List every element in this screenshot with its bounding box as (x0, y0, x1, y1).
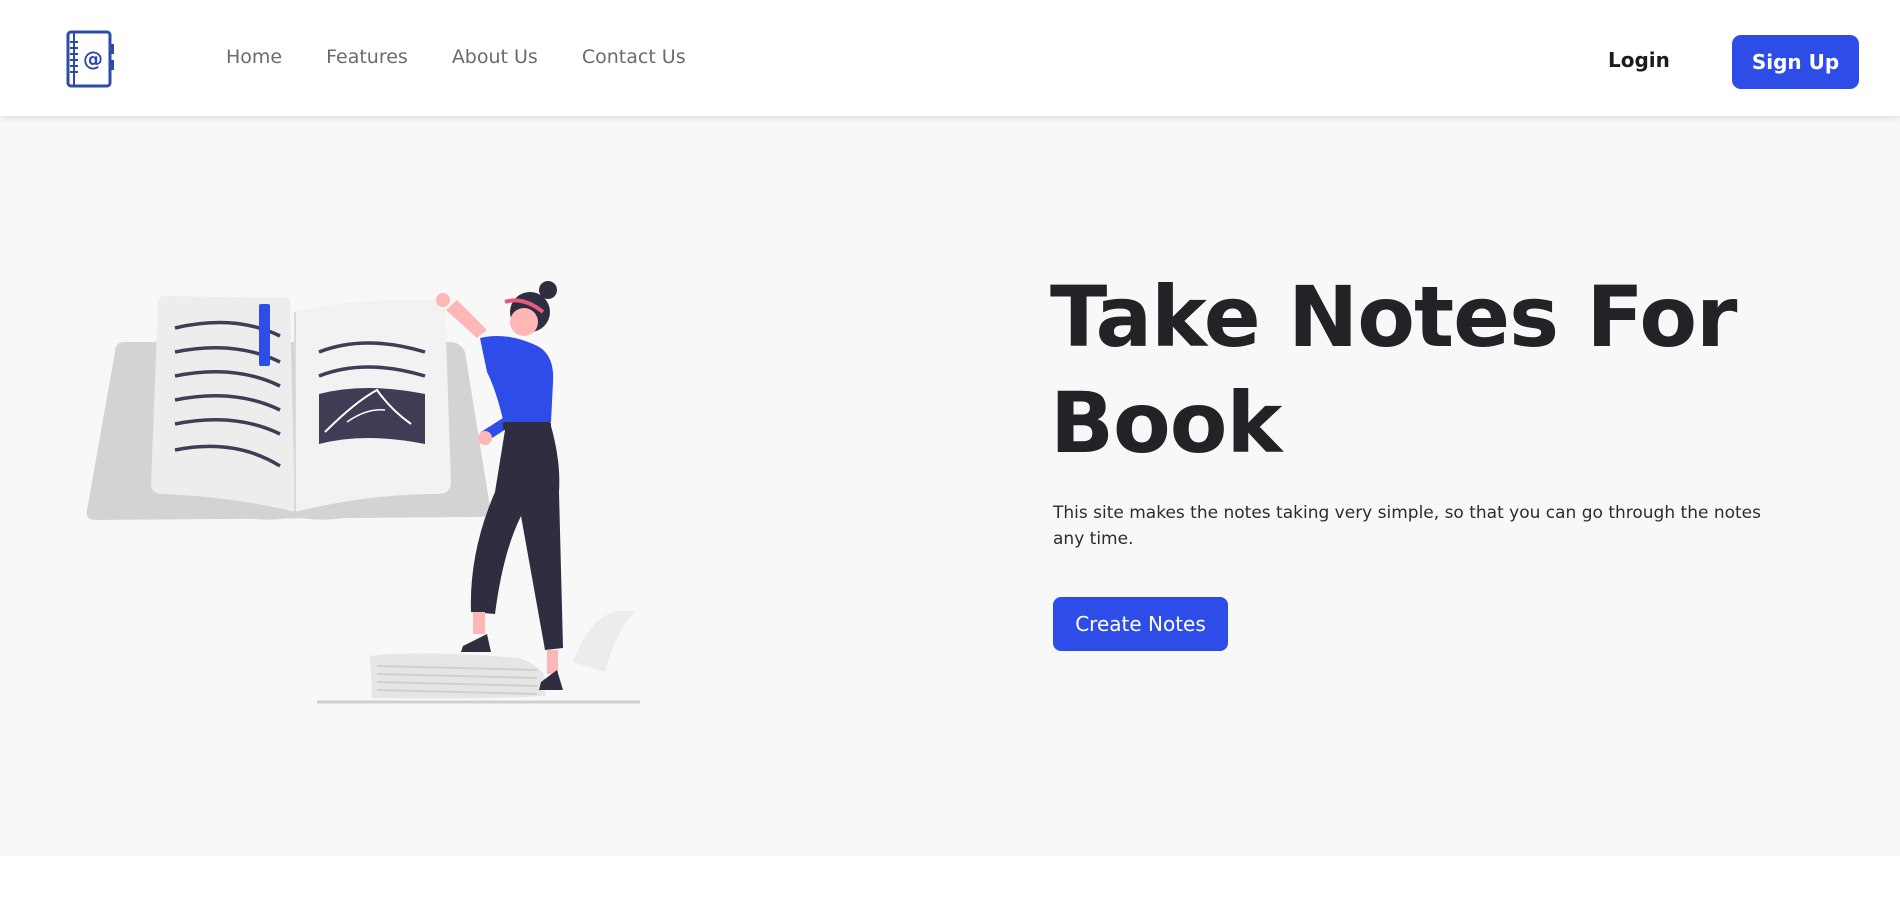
main-nav: Home Features About Us Contact Us (226, 46, 686, 68)
book-picture (319, 388, 425, 444)
sign-up-button[interactable]: Sign Up (1732, 35, 1859, 89)
hero-title: Take Notes For Book (1050, 268, 1737, 472)
nav-link-features[interactable]: Features (326, 46, 408, 68)
woman-reading-book-illustration (85, 272, 645, 714)
svg-text:@: @ (83, 47, 103, 71)
bookmark-shape (259, 304, 270, 366)
top-navbar: @ Home Features About Us Contact Us Logi… (0, 0, 1900, 116)
leaf-shape (573, 610, 635, 672)
login-link[interactable]: Login (1608, 48, 1670, 72)
address-book-icon[interactable]: @ (66, 30, 116, 88)
hero-description: This site makes the notes taking very si… (1053, 503, 1761, 549)
nav-link-contact-us[interactable]: Contact Us (582, 46, 686, 68)
nav-link-about-us[interactable]: About Us (452, 46, 538, 68)
create-notes-button[interactable]: Create Notes (1053, 597, 1228, 651)
book-left-page (151, 296, 295, 512)
nav-link-home[interactable]: Home (226, 46, 282, 68)
